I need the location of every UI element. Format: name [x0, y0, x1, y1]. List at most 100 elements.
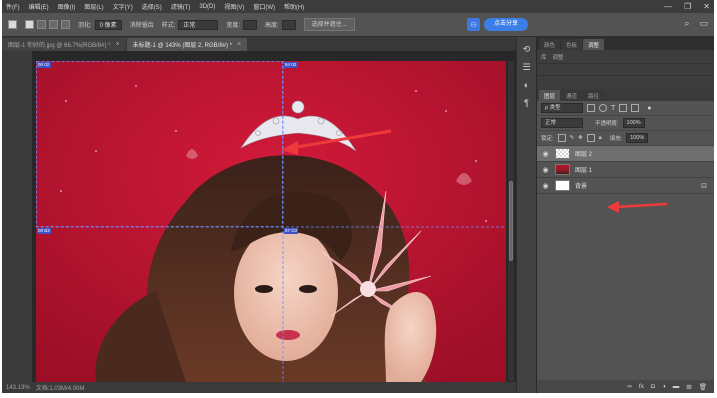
selection-mode-group: [25, 20, 70, 29]
document-canvas[interactable]: 00 02 84 02 00 B3 87 C0: [36, 61, 506, 382]
filter-adjust-icon[interactable]: [599, 104, 607, 112]
layer-name[interactable]: 图层 2: [575, 149, 592, 158]
trash-icon[interactable]: 🗑︎: [699, 383, 707, 391]
opacity-input[interactable]: 100%: [622, 118, 645, 128]
filter-pixel-icon[interactable]: [587, 104, 595, 112]
feather-input[interactable]: 0 像素: [94, 19, 122, 30]
height-input[interactable]: [281, 19, 296, 30]
filter-toggle-icon[interactable]: ●: [647, 105, 651, 112]
lock-transparent-icon[interactable]: [557, 134, 566, 142]
style-control: 样式: 正常: [162, 19, 219, 30]
style-select[interactable]: 正常: [178, 19, 219, 30]
select-and-mask-button[interactable]: 选择并遮住...: [303, 18, 355, 31]
vertical-scrollbar[interactable]: [508, 61, 514, 381]
tab-label: 图层-1 你好的.jpg @ 66.7%(RGB/8#) *: [8, 43, 111, 49]
blend-mode-select[interactable]: 正常: [541, 118, 583, 128]
intersect-selection-icon[interactable]: [61, 20, 70, 29]
guide-label-tl: 00 02: [38, 62, 50, 67]
menu-window[interactable]: 窗口(W): [253, 2, 275, 11]
lock-artboard-icon[interactable]: [586, 134, 595, 142]
tab-close-icon[interactable]: ×: [237, 41, 241, 48]
tab-layers[interactable]: 图层: [539, 90, 561, 101]
adjustment-icon[interactable]: ◑: [662, 383, 666, 390]
tab-document-2[interactable]: 未标题-1 @ 143% (图层 2, RGB/8#) * ×: [126, 38, 248, 51]
tab-close-icon[interactable]: ×: [115, 41, 119, 48]
tab-color[interactable]: 颜色: [539, 39, 561, 50]
lock-label: 锁定:: [541, 136, 554, 142]
lock-move-icon[interactable]: ✥: [578, 135, 583, 141]
adjust-icon[interactable]: ◐: [521, 79, 533, 91]
filter-smart-icon[interactable]: [631, 104, 640, 112]
fill-input[interactable]: 100%: [626, 133, 649, 143]
tab-paths[interactable]: 路径: [583, 90, 605, 101]
share-group: ⚇ 点击分享: [467, 18, 529, 31]
menu-3d[interactable]: 3D(D): [199, 4, 215, 10]
history-icon[interactable]: ⟲: [521, 43, 533, 55]
add-selection-icon[interactable]: [37, 20, 46, 29]
workspace-icon[interactable]: ▭: [699, 18, 708, 29]
subtract-selection-icon[interactable]: [49, 20, 58, 29]
tab-libraries[interactable]: 库: [541, 53, 547, 61]
marquee-tool-icon[interactable]: [8, 20, 17, 29]
paragraph-icon[interactable]: ¶: [521, 97, 533, 109]
restore-button[interactable]: ❐: [684, 0, 691, 13]
guide-label-ml: 00 B3: [38, 228, 50, 233]
width-input[interactable]: [243, 19, 258, 30]
link-icon[interactable]: ∞: [627, 383, 632, 390]
visibility-eye-icon[interactable]: ◉: [541, 150, 550, 158]
menu-image[interactable]: 图像(I): [58, 2, 76, 11]
collapsed-panel-strip: ⟲ ☰ ◐ ¶: [516, 37, 536, 393]
lock-paint-icon[interactable]: ✎: [570, 135, 575, 141]
feather-label: 羽化:: [78, 23, 92, 29]
new-selection-icon[interactable]: [25, 20, 34, 29]
search-icon[interactable]: ⌕: [684, 18, 689, 29]
menu-select[interactable]: 选择(S): [142, 2, 162, 11]
antialias-checkbox[interactable]: 消除锯齿: [130, 20, 154, 29]
minimize-button[interactable]: —: [664, 0, 672, 13]
height-label: 高度:: [265, 23, 279, 29]
tab-adjust-2[interactable]: 调整: [553, 53, 564, 61]
options-right: ⌕ ▭: [684, 18, 708, 29]
filter-shape-icon[interactable]: [619, 104, 628, 112]
height-control: 高度:: [265, 19, 296, 30]
menu-view[interactable]: 视图(V): [224, 2, 244, 11]
new-layer-icon[interactable]: ⊞: [686, 383, 691, 391]
filter-type-icon[interactable]: T: [611, 105, 615, 112]
menu-type[interactable]: 文字(Y): [113, 2, 133, 11]
layer-row[interactable]: ◉ 图层 1: [537, 162, 714, 178]
guide-label-mm: 87 C0: [285, 228, 298, 233]
close-button[interactable]: ✕: [703, 0, 710, 13]
visibility-eye-icon[interactable]: ◉: [541, 166, 550, 174]
blend-opacity-row: 正常 不透明度: 100%: [537, 116, 714, 131]
layers-footer: ∞ fx ◘ ◑ ▬ ⊞ 🗑︎: [537, 380, 714, 393]
doc-size: 文档:1.03M/4.00M: [35, 386, 85, 392]
tab-document-1[interactable]: 图层-1 你好的.jpg @ 66.7%(RGB/8#) * ×: [2, 38, 126, 51]
guide-label-tm: 84 02: [285, 62, 297, 67]
fx-icon[interactable]: fx: [639, 383, 644, 390]
lock-all-icon[interactable]: 🔒︎: [599, 135, 602, 142]
scroll-thumb[interactable]: [509, 181, 513, 261]
menu-filter[interactable]: 滤镜(T): [171, 2, 191, 11]
tab-swatches[interactable]: 色板: [561, 39, 583, 50]
lock-fill-row: 锁定: ✎ ✥ 🔒︎ 填充: 100%: [537, 131, 714, 146]
tab-adjustments[interactable]: 调整: [583, 39, 605, 50]
mask-icon[interactable]: ◘: [651, 383, 655, 390]
layer-row[interactable]: ◉ 图层 2: [537, 146, 714, 162]
layer-kind-select[interactable]: ρ 类型: [541, 103, 583, 113]
share-app-icon[interactable]: ⚇: [467, 18, 480, 31]
zoom-level[interactable]: 143.13%: [6, 385, 30, 391]
share-button[interactable]: 点击分享: [484, 18, 529, 31]
menu-file[interactable]: 件(F): [6, 2, 20, 11]
group-icon[interactable]: ▬: [673, 383, 680, 390]
tab-channels[interactable]: 通道: [561, 90, 583, 101]
toolbox-strip: [2, 51, 32, 382]
canvas-area[interactable]: 00 02 84 02 00 B3 87 C0: [2, 51, 516, 382]
menu-help[interactable]: 帮助(H): [284, 2, 304, 11]
layers-tabs: 图层 通道 路径: [537, 89, 714, 101]
properties-icon[interactable]: ☰: [521, 61, 533, 73]
layers-panel: 图层 通道 路径 ρ 类型 T ● 正常 不透明度: 100% 锁定: ✎ ✥ …: [537, 89, 714, 393]
layer-name[interactable]: 图层 1: [575, 165, 592, 174]
menu-edit[interactable]: 编辑(E): [29, 2, 49, 11]
menu-layer[interactable]: 图层(L): [84, 2, 103, 11]
photoshop-window: 件(F) 编辑(E) 图像(I) 图层(L) 文字(Y) 选择(S) 滤镜(T)…: [2, 0, 714, 393]
